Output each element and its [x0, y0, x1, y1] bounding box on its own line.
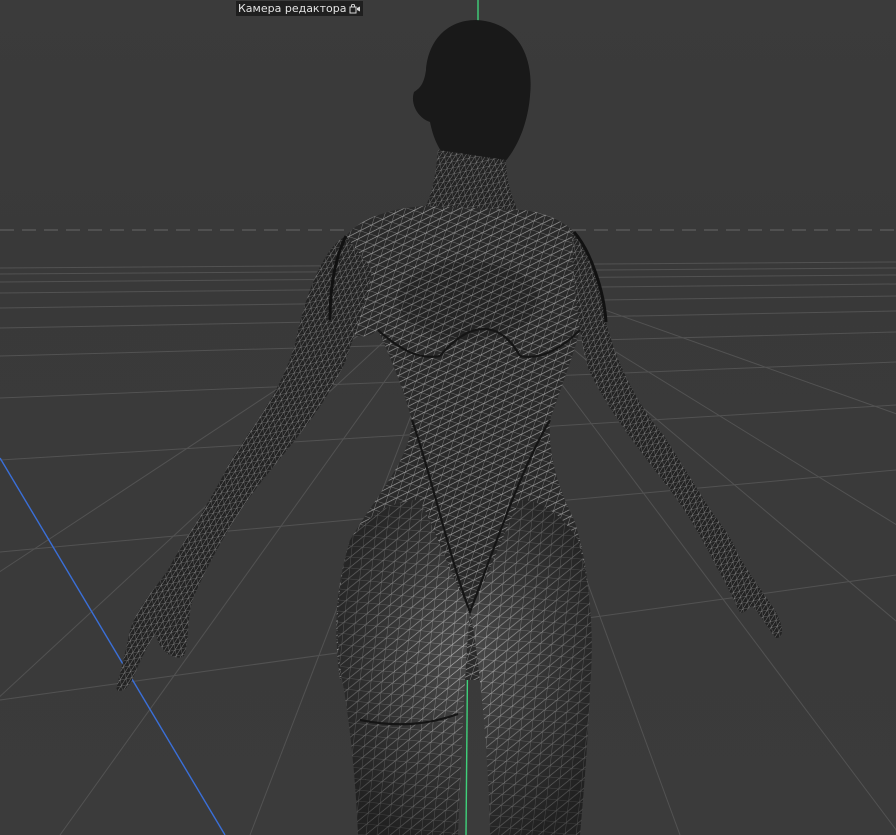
3d-viewport[interactable]: Камера редактора [0, 0, 896, 835]
camera-label-text: Камера редактора [238, 2, 347, 15]
viewport-scene[interactable] [0, 0, 896, 835]
z-axis-line [0, 457, 226, 835]
mesh-arm-left [116, 236, 372, 691]
camera-lock-icon[interactable] [349, 3, 361, 14]
mesh-head [412, 20, 531, 170]
character-mesh[interactable] [116, 20, 782, 835]
mesh-chest-shadow [398, 260, 538, 340]
editor-camera-label[interactable]: Камера редактора [236, 1, 364, 16]
